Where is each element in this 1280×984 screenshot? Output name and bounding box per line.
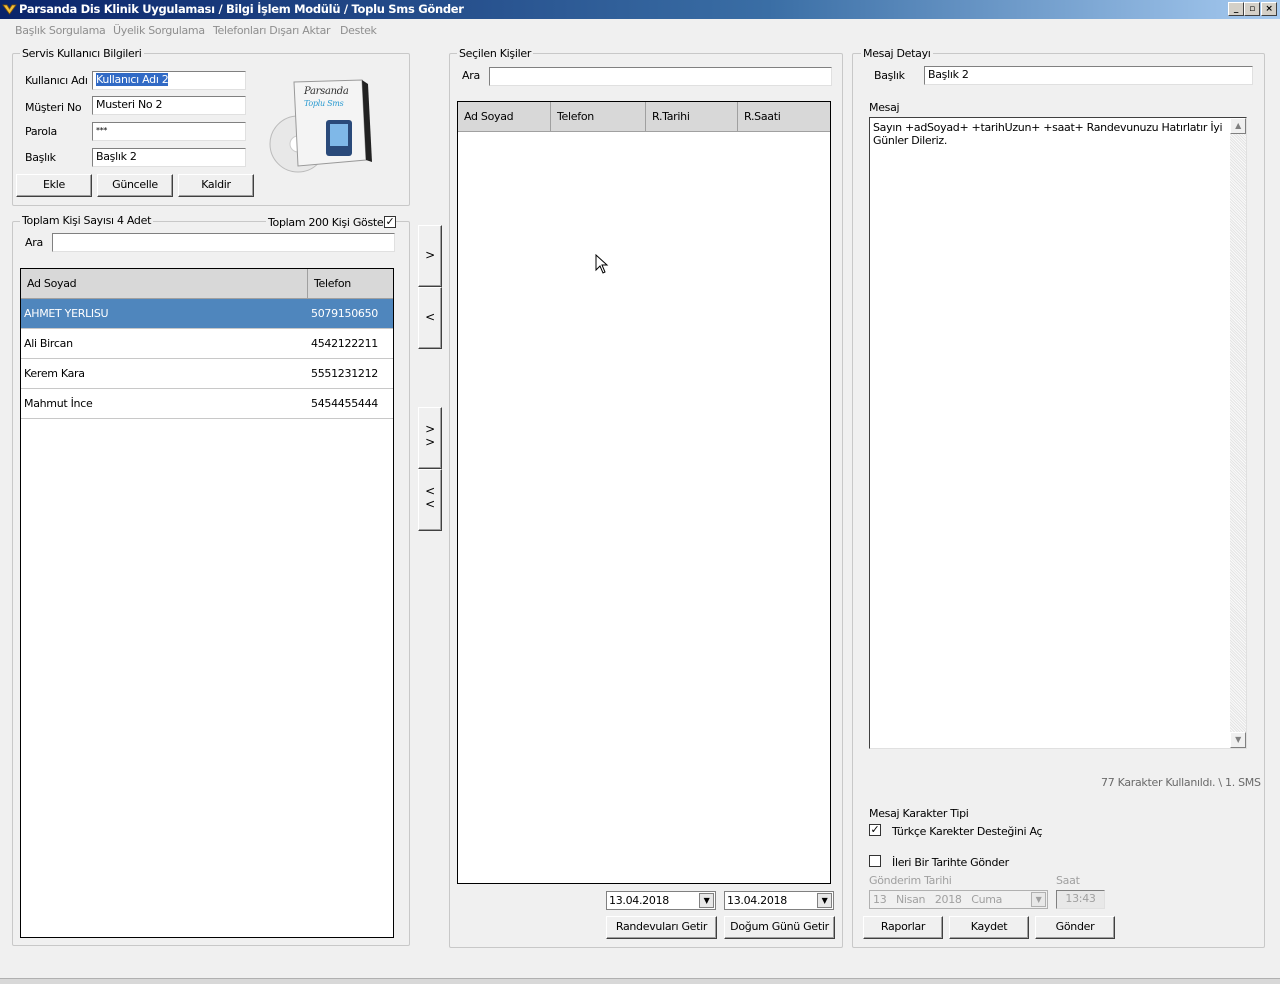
charset-label: Mesaj Karakter Tipi <box>869 807 969 820</box>
message-group-label: Mesaj Detayı <box>861 47 933 60</box>
selected-col-phone[interactable]: Telefon <box>551 102 646 132</box>
send-button[interactable]: Gönder <box>1035 916 1115 939</box>
selected-col-name[interactable]: Ad Soyad <box>458 102 551 132</box>
row-name: Kerem Kara <box>24 367 85 380</box>
selected-search-input[interactable] <box>489 67 832 86</box>
update-button[interactable]: Güncelle <box>97 174 173 197</box>
turkish-support-label: Türkçe Karekter Desteğini Aç <box>892 825 1043 838</box>
time-label: Saat <box>1056 874 1080 887</box>
chevron-down-icon[interactable]: ▼ <box>817 893 832 908</box>
customer-no-label: Müşteri No <box>25 101 82 114</box>
selected-table: Ad Soyad Telefon R.Tarihi R.Saati <box>457 101 831 884</box>
message-title-field[interactable]: Başlık 2 <box>924 66 1253 85</box>
username-label: Kullanıcı Adı <box>25 74 88 87</box>
password-label: Parola <box>25 125 57 138</box>
remove-button[interactable]: Kaldir <box>178 174 254 197</box>
mouse-cursor-icon <box>595 253 609 274</box>
row-name: AHMET YERLISU <box>24 307 109 320</box>
menu-item-uyelik-sorgulama[interactable]: Üyelik Sorgulama <box>113 24 205 37</box>
date-from-value: 13.04.2018 <box>609 894 669 907</box>
contacts-count-label: Toplam Kişi Sayısı 4 Adet <box>20 214 154 227</box>
time-field[interactable]: 13:43 <box>1056 890 1105 909</box>
row-phone: 5079150650 <box>311 307 378 320</box>
menu-item-destek[interactable]: Destek <box>340 24 377 37</box>
schedule-checkbox[interactable] <box>869 855 881 867</box>
selected-col-date[interactable]: R.Tarihi <box>646 102 738 132</box>
contacts-table-header: Ad Soyad Telefon <box>21 269 393 299</box>
row-phone: 4542122211 <box>311 337 378 350</box>
close-button[interactable]: × <box>1261 2 1277 16</box>
app-icon <box>2 2 17 16</box>
row-name: Ali Bircan <box>24 337 73 350</box>
add-button[interactable]: Ekle <box>16 174 92 197</box>
contacts-table: Ad Soyad Telefon AHMET YERLISU 507915065… <box>20 268 394 938</box>
selected-col-time[interactable]: R.Saati <box>738 102 830 132</box>
message-body-textarea[interactable]: Sayın +adSoyad+ +tarihUzun+ +saat+ Rande… <box>869 117 1247 749</box>
title-field[interactable]: Başlık 2 <box>92 148 246 167</box>
customer-no-field[interactable]: Musteri No 2 <box>92 96 246 115</box>
contacts-col-name[interactable]: Ad Soyad <box>21 269 308 299</box>
row-phone: 5454455444 <box>311 397 378 410</box>
show-200-label: Toplam 200 Kişi Göster <box>266 216 390 229</box>
scroll-up-icon[interactable]: ▲ <box>1230 118 1246 134</box>
contacts-search-label: Ara <box>25 236 43 249</box>
title-bar: Parsanda Dis Klinik Uygulaması / Bilgi İ… <box>0 0 1280 19</box>
remove-all-button[interactable]: < < <box>418 469 442 531</box>
table-row[interactable]: Kerem Kara 5551231212 <box>21 359 393 389</box>
chevron-down-icon[interactable]: ▼ <box>699 893 714 908</box>
message-body-text: Sayın +adSoyad+ +tarihUzun+ +saat+ Rande… <box>873 121 1223 147</box>
message-title-label: Başlık <box>874 69 905 82</box>
chevron-down-icon[interactable]: ▼ <box>1031 892 1046 907</box>
menu-bar: Başlık Sorgulama Üyelik Sorgulama Telefo… <box>0 19 1280 42</box>
selected-table-header: Ad Soyad Telefon R.Tarihi R.Saati <box>458 102 830 132</box>
menu-item-baslik-sorgulama[interactable]: Başlık Sorgulama <box>15 24 106 37</box>
selected-search-label: Ara <box>462 69 480 82</box>
window-title: Parsanda Dis Klinik Uygulaması / Bilgi İ… <box>19 2 464 16</box>
username-field[interactable]: Kullanıcı Adı 2 <box>92 71 246 90</box>
contacts-search-input[interactable] <box>52 233 395 252</box>
message-scrollbar[interactable]: ▲ ▼ <box>1230 118 1246 748</box>
status-strip <box>0 978 1280 984</box>
send-date-picker[interactable]: 13 Nisan 2018 Cuma ▼ <box>869 890 1048 909</box>
schedule-label: İleri Bir Tarihte Gönder <box>892 856 1009 869</box>
menu-item-telefonlari-disari-aktar[interactable]: Telefonları Dışarı Aktar <box>213 24 331 37</box>
char-count-label: 77 Karakter Kullanıldı. \ 1. SMS <box>1101 776 1261 789</box>
show-200-checkbox[interactable]: ✓ <box>384 216 396 228</box>
reports-button[interactable]: Raporlar <box>863 916 943 939</box>
send-date-label: Gönderim Tarihi <box>869 874 952 887</box>
get-appointments-button[interactable]: Randevuları Getir <box>606 916 717 939</box>
password-field[interactable]: *** <box>92 122 246 141</box>
turkish-support-checkbox[interactable]: ✓ <box>869 824 881 836</box>
date-to-value: 13.04.2018 <box>727 894 787 907</box>
send-date-day: 13 <box>873 893 887 906</box>
remove-one-button[interactable]: < <box>418 287 442 349</box>
get-birthdays-button[interactable]: Doğum Günü Getir <box>724 916 835 939</box>
logo-line2: Toplu Sms <box>304 99 344 108</box>
send-date-year: 2018 <box>934 893 962 906</box>
minimize-button[interactable]: _ <box>1228 2 1244 16</box>
scroll-down-icon[interactable]: ▼ <box>1230 732 1246 748</box>
date-to-picker[interactable]: 13.04.2018 ▼ <box>724 891 834 910</box>
service-user-group-label: Servis Kullanıcı Bilgileri <box>20 47 144 60</box>
message-body-label: Mesaj <box>869 101 900 114</box>
row-name: Mahmut İnce <box>24 397 93 410</box>
table-row[interactable]: AHMET YERLISU 5079150650 <box>21 299 393 329</box>
username-value: Kullanıcı Adı 2 <box>96 73 169 86</box>
save-button[interactable]: Kaydet <box>949 916 1029 939</box>
add-all-button[interactable]: > > <box>418 407 442 469</box>
date-from-picker[interactable]: 13.04.2018 ▼ <box>606 891 716 910</box>
contacts-col-phone[interactable]: Telefon <box>308 269 393 299</box>
row-phone: 5551231212 <box>311 367 378 380</box>
add-one-button[interactable]: > <box>418 225 442 287</box>
logo-line1: Parsanda <box>303 86 349 97</box>
selected-group-label: Seçilen Kişiler <box>457 47 534 60</box>
send-date-month: Nisan <box>896 893 926 906</box>
table-row[interactable]: Mahmut İnce 5454455444 <box>21 389 393 419</box>
maximize-button[interactable]: ▫ <box>1244 2 1260 16</box>
product-logo: Parsanda Toplu Sms <box>268 76 374 176</box>
table-row[interactable]: Ali Bircan 4542122211 <box>21 329 393 359</box>
send-date-weekday: Cuma <box>971 893 1003 906</box>
title-label: Başlık <box>25 151 56 164</box>
